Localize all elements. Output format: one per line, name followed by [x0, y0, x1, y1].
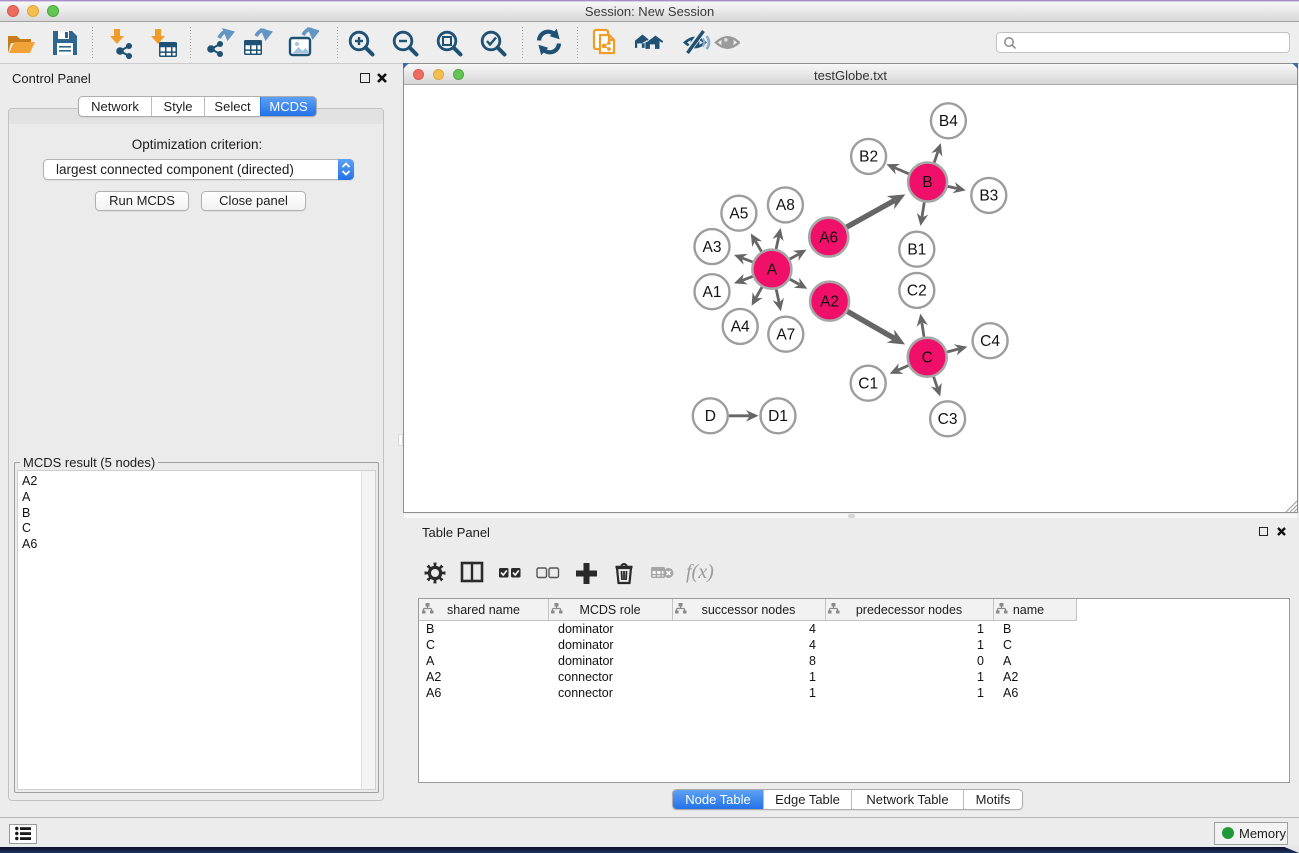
- svg-text:D1: D1: [768, 408, 788, 425]
- svg-text:C3: C3: [938, 411, 958, 428]
- svg-text:A8: A8: [776, 197, 795, 214]
- svg-text:A7: A7: [776, 326, 795, 343]
- svg-text:B4: B4: [939, 113, 958, 130]
- svg-text:B2: B2: [859, 149, 878, 166]
- svg-text:C: C: [922, 349, 933, 366]
- svg-text:B1: B1: [907, 241, 926, 258]
- svg-text:A: A: [767, 261, 778, 278]
- svg-text:A3: A3: [703, 239, 722, 256]
- svg-text:D: D: [705, 408, 716, 425]
- svg-text:A4: A4: [731, 319, 750, 336]
- svg-text:B3: B3: [979, 188, 998, 205]
- svg-text:B: B: [922, 174, 932, 191]
- svg-text:C2: C2: [907, 283, 927, 300]
- svg-text:A2: A2: [820, 293, 839, 310]
- svg-text:C4: C4: [980, 333, 1000, 350]
- svg-text:A5: A5: [729, 205, 748, 222]
- svg-text:A1: A1: [703, 284, 722, 301]
- svg-text:C1: C1: [858, 375, 878, 392]
- svg-text:A6: A6: [819, 229, 838, 246]
